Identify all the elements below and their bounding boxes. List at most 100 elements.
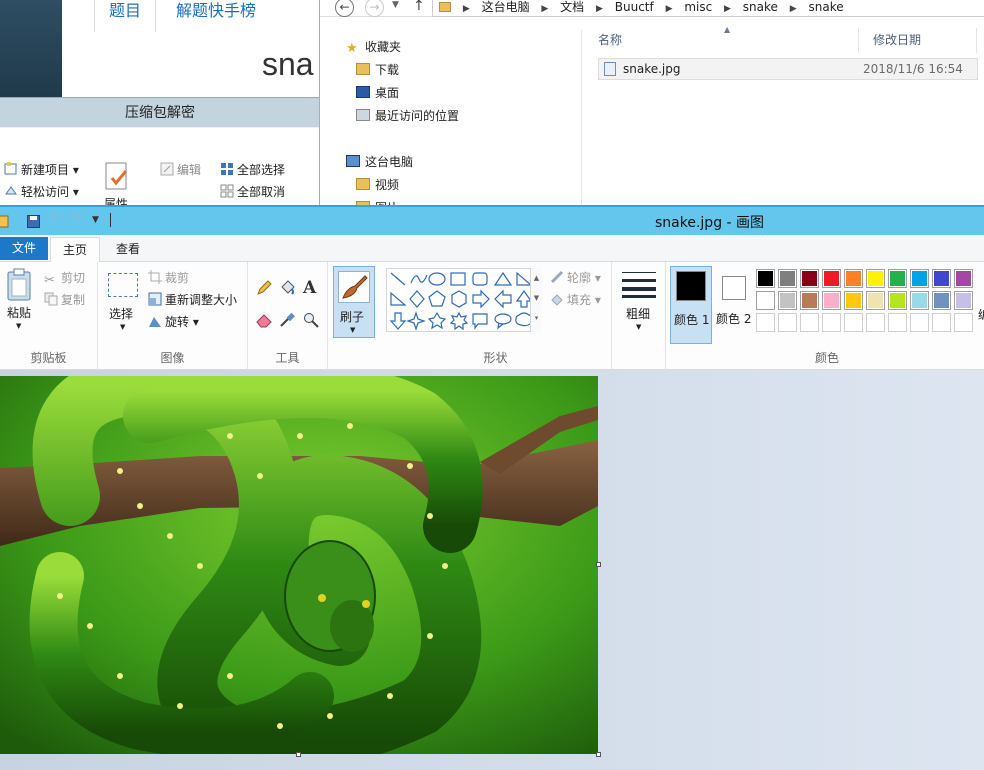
palette-color-swatch[interactable] bbox=[822, 291, 841, 310]
breadcrumb-item[interactable]: 这台电脑 bbox=[482, 0, 530, 14]
shapes-gallery[interactable] bbox=[386, 268, 542, 332]
custom-color-slot[interactable] bbox=[756, 313, 775, 332]
nav-pictures[interactable]: 图片 bbox=[356, 198, 399, 205]
palette-color-swatch[interactable] bbox=[822, 269, 841, 288]
easy-access-button[interactable]: 轻松访问 ▾ bbox=[4, 183, 79, 200]
palette-color-swatch[interactable] bbox=[756, 269, 775, 288]
palette-color-swatch[interactable] bbox=[888, 291, 907, 310]
new-item-button[interactable]: 新建项目 ▾ bbox=[4, 161, 79, 178]
nav-desktop[interactable]: 桌面 bbox=[356, 83, 399, 103]
palette-color-swatch[interactable] bbox=[954, 269, 973, 288]
text-tool-icon[interactable]: A bbox=[303, 278, 316, 298]
custom-color-slot[interactable] bbox=[954, 313, 973, 332]
nav-downloads[interactable]: 下载 bbox=[356, 60, 399, 80]
breadcrumb-separator-icon: ▶ bbox=[665, 4, 673, 14]
pencil-tool[interactable] bbox=[256, 280, 272, 299]
custom-color-slot[interactable] bbox=[822, 313, 841, 332]
outline-button[interactable]: 轮廓 ▾ bbox=[550, 269, 601, 286]
crop-button[interactable]: 裁剪 bbox=[148, 269, 189, 286]
nav-favorites[interactable]: ★ 收藏夹 bbox=[346, 37, 401, 57]
resize-handle-corner[interactable] bbox=[596, 752, 601, 757]
color2-button[interactable]: 颜色 2 bbox=[716, 266, 756, 344]
forward-button[interactable]: → bbox=[365, 0, 384, 17]
palette-color-swatch[interactable] bbox=[756, 291, 775, 310]
select-icon[interactable] bbox=[108, 273, 138, 297]
palette-color-swatch[interactable] bbox=[932, 291, 951, 310]
resize-handle-right[interactable] bbox=[596, 562, 601, 567]
custom-color-slot[interactable] bbox=[866, 313, 885, 332]
custom-color-slot[interactable] bbox=[910, 313, 929, 332]
palette-color-swatch[interactable] bbox=[954, 291, 973, 310]
resize-button[interactable]: 重新调整大小 bbox=[148, 291, 237, 308]
brushes-button[interactable]: 刷子 ▼ bbox=[333, 266, 375, 338]
palette-color-swatch[interactable] bbox=[866, 291, 885, 310]
breadcrumb[interactable]: ▶ 这台电脑 ▶ 文档 ▶ Buuctf ▶ misc ▶ snake ▶ sn… bbox=[432, 0, 984, 17]
tab-file[interactable]: 文件 bbox=[0, 237, 48, 260]
palette-color-swatch[interactable] bbox=[866, 269, 885, 288]
save-icon[interactable] bbox=[27, 215, 41, 228]
palette-color-swatch[interactable] bbox=[844, 269, 863, 288]
properties-button[interactable] bbox=[104, 162, 132, 197]
breadcrumb-item[interactable]: Buuctf bbox=[615, 0, 654, 14]
eraser-tool[interactable] bbox=[256, 312, 272, 331]
column-header-name[interactable]: 名称 bbox=[584, 28, 859, 53]
fill-button[interactable]: 填充 ▾ bbox=[550, 291, 601, 308]
tab-problem[interactable]: 题目 bbox=[94, 0, 157, 32]
copy-button[interactable]: 复制 bbox=[44, 291, 85, 308]
nav-this-pc[interactable]: 这台电脑 bbox=[346, 152, 413, 172]
brushes-label: 刷子 bbox=[340, 310, 365, 324]
customize-toolbar-icon[interactable]: ▼ bbox=[92, 215, 99, 225]
paste-dropdown-icon[interactable]: ▼ bbox=[16, 322, 21, 330]
palette-color-swatch[interactable] bbox=[844, 291, 863, 310]
breadcrumb-item[interactable]: misc bbox=[684, 0, 712, 14]
up-arrow-icon[interactable]: ↑ bbox=[413, 0, 425, 14]
palette-color-swatch[interactable] bbox=[778, 291, 797, 310]
back-button[interactable]: ← bbox=[335, 0, 354, 17]
magnifier-tool[interactable] bbox=[303, 312, 319, 331]
shapes-scroll[interactable]: ▲ ▼ ▾ bbox=[530, 268, 542, 332]
folder-icon bbox=[439, 2, 451, 12]
nav-recent[interactable]: 最近访问的位置 bbox=[356, 106, 459, 126]
fill-tool[interactable] bbox=[279, 280, 295, 299]
size-button[interactable] bbox=[622, 270, 656, 301]
palette-color-swatch[interactable] bbox=[910, 269, 929, 288]
palette-color-swatch[interactable] bbox=[888, 269, 907, 288]
select-none-button[interactable]: 全部取消 bbox=[220, 183, 285, 200]
recent-locations-chevron-icon[interactable]: ▼ bbox=[392, 0, 399, 10]
edit-colors-label[interactable]: 编 bbox=[978, 306, 984, 323]
rotate-button[interactable]: 旋转 ▾ bbox=[148, 313, 199, 330]
redo-icon[interactable]: ↷ bbox=[70, 211, 82, 227]
tab-view[interactable]: 查看 bbox=[116, 237, 140, 261]
color-picker-tool[interactable] bbox=[279, 312, 295, 331]
color1-button[interactable]: 颜色 1 bbox=[670, 266, 712, 344]
select-dropdown-icon[interactable]: ▼ bbox=[120, 323, 125, 331]
custom-color-slot[interactable] bbox=[778, 313, 797, 332]
canvas-image[interactable] bbox=[0, 376, 598, 754]
column-header-modified[interactable]: 修改日期 bbox=[859, 28, 977, 53]
tab-leaderboard[interactable]: 解题快手榜 bbox=[162, 0, 270, 32]
custom-color-slot[interactable] bbox=[888, 313, 907, 332]
palette-color-swatch[interactable] bbox=[778, 269, 797, 288]
size-dropdown-icon[interactable]: ▼ bbox=[636, 323, 641, 331]
cut-button[interactable]: ✂ 剪切 bbox=[44, 269, 85, 288]
breadcrumb-item[interactable]: 文档 bbox=[560, 0, 584, 14]
resize-handle-bottom[interactable] bbox=[296, 752, 301, 757]
select-all-button[interactable]: 全部选择 bbox=[220, 161, 285, 178]
undo-icon[interactable]: ↶ bbox=[49, 211, 61, 227]
palette-color-swatch[interactable] bbox=[910, 291, 929, 310]
tab-home[interactable]: 主页 bbox=[50, 237, 100, 263]
palette-color-swatch[interactable] bbox=[932, 269, 951, 288]
color1-label: 颜色 1 bbox=[674, 313, 710, 327]
palette-color-swatch[interactable] bbox=[800, 291, 819, 310]
palette-color-swatch[interactable] bbox=[800, 269, 819, 288]
custom-color-slot[interactable] bbox=[932, 313, 951, 332]
custom-color-slot[interactable] bbox=[800, 313, 819, 332]
breadcrumb-item[interactable]: snake bbox=[808, 0, 843, 14]
paste-button[interactable] bbox=[4, 268, 36, 305]
breadcrumb-item[interactable]: snake bbox=[743, 0, 778, 14]
edit-button[interactable]: 编辑 bbox=[160, 161, 201, 178]
nav-videos[interactable]: 视频 bbox=[356, 175, 399, 195]
rotate-label: 旋转 ▾ bbox=[165, 315, 199, 329]
custom-color-slot[interactable] bbox=[844, 313, 863, 332]
file-row[interactable]: snake.jpg 2018/11/6 16:54 bbox=[598, 58, 978, 80]
